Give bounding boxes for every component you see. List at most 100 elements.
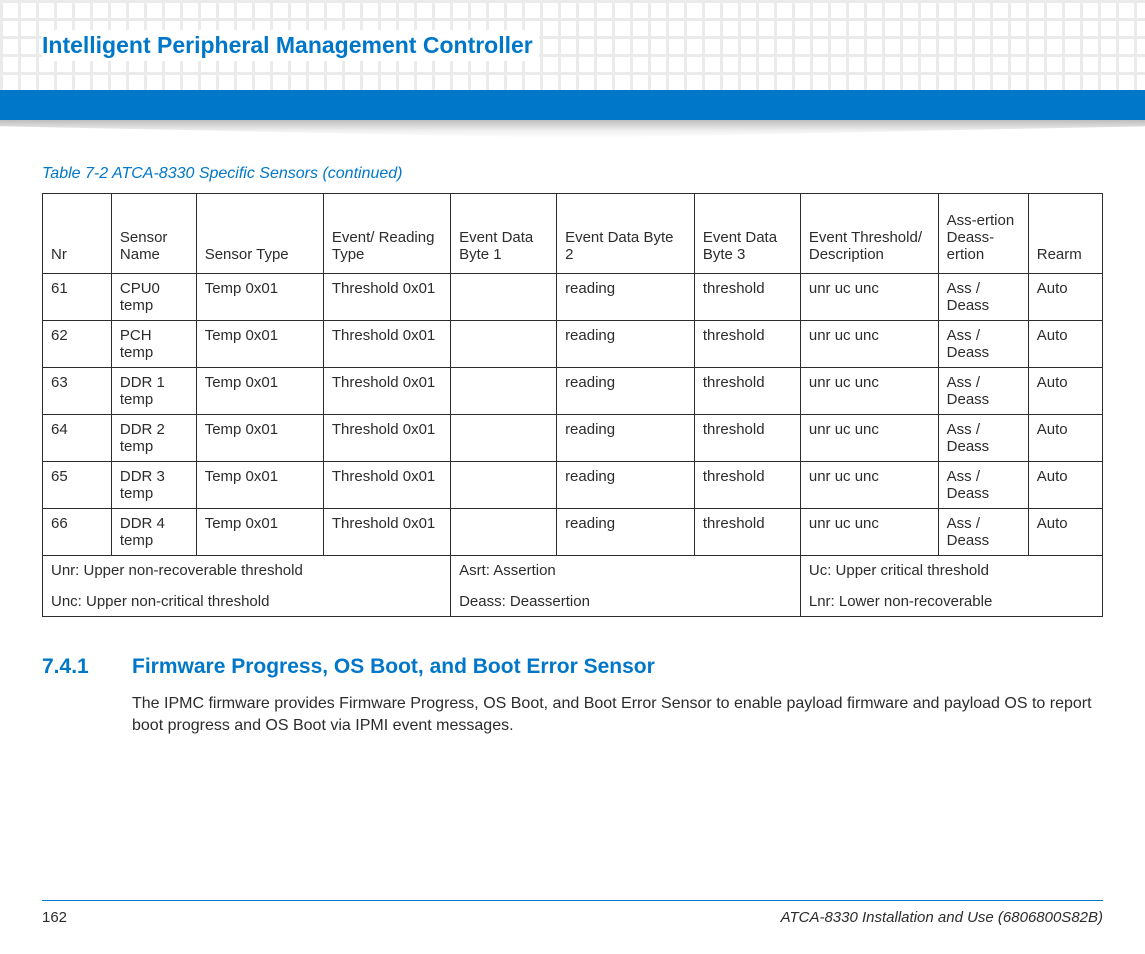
cell-ass: Ass / Deass [938,462,1028,509]
cell-nr: 63 [43,368,112,415]
cell-type: Temp 0x01 [196,368,323,415]
section-body-text: The IPMC firmware provides Firmware Prog… [132,693,1103,736]
table-caption: Table 7-2 ATCA-8330 Specific Sensors (co… [42,165,1103,183]
cell-b2: reading [557,321,695,368]
cell-b2: reading [557,415,695,462]
th-sensor-type: Sensor Type [196,194,323,274]
legend-cell-2: Asrt: Assertion Deass: Deassertion [451,556,801,617]
table-header-row: Nr Sensor Name Sensor Type Event/ Readin… [43,194,1103,274]
header-blue-bar [0,90,1145,120]
th-byte2: Event Data Byte 2 [557,194,695,274]
cell-ass: Ass / Deass [938,509,1028,556]
cell-type: Temp 0x01 [196,321,323,368]
page-content: Table 7-2 ATCA-8330 Specific Sensors (co… [42,165,1103,736]
cell-b3: threshold [694,415,800,462]
cell-b3: threshold [694,321,800,368]
th-byte3: Event Data Byte 3 [694,194,800,274]
cell-ass: Ass / Deass [938,274,1028,321]
cell-rearm: Auto [1028,274,1102,321]
cell-b3: threshold [694,462,800,509]
table-row: 65DDR 3 tempTemp 0x01Threshold 0x01 readi… [43,462,1103,509]
cell-desc: unr uc unc [800,462,938,509]
cell-name: DDR 3 temp [111,462,196,509]
cell-ass: Ass / Deass [938,368,1028,415]
th-event-reading-type: Event/ Reading Type [323,194,450,274]
cell-b2: reading [557,368,695,415]
cell-b1 [451,274,557,321]
header-shadow [0,120,1145,138]
table-row: 63DDR 1 tempTemp 0x01Threshold 0x01 readi… [43,368,1103,415]
legend-lnr: Lnr: Lower non-recoverable [809,593,1094,610]
section-number: 7.4.1 [42,655,102,736]
table-row: 66DDR 4 tempTemp 0x01Threshold 0x01 readi… [43,509,1103,556]
cell-type: Temp 0x01 [196,274,323,321]
table-row: 64DDR 2 tempTemp 0x01Threshold 0x01 readi… [43,415,1103,462]
th-nr: Nr [43,194,112,274]
legend-cell-3: Uc: Upper critical threshold Lnr: Lower … [800,556,1102,617]
cell-b1 [451,462,557,509]
th-assertion: Ass-ertion Deass-ertion [938,194,1028,274]
cell-nr: 64 [43,415,112,462]
cell-desc: unr uc unc [800,415,938,462]
cell-name: CPU0 temp [111,274,196,321]
cell-rearm: Auto [1028,321,1102,368]
cell-desc: unr uc unc [800,321,938,368]
page-footer: 162 ATCA-8330 Installation and Use (6806… [42,900,1103,926]
cell-name: DDR 4 temp [111,509,196,556]
cell-rearm: Auto [1028,415,1102,462]
cell-desc: unr uc unc [800,368,938,415]
cell-ert: Threshold 0x01 [323,368,450,415]
cell-b3: threshold [694,274,800,321]
cell-b2: reading [557,509,695,556]
table-body: 61CPU0 tempTemp 0x01Threshold 0x01readin… [43,274,1103,556]
cell-nr: 66 [43,509,112,556]
cell-type: Temp 0x01 [196,509,323,556]
cell-name: PCH temp [111,321,196,368]
cell-rearm: Auto [1028,368,1102,415]
cell-name: DDR 2 temp [111,415,196,462]
cell-b2: reading [557,274,695,321]
th-sensor-name: Sensor Name [111,194,196,274]
cell-b1 [451,321,557,368]
cell-nr: 62 [43,321,112,368]
legend-deass: Deass: Deassertion [459,593,792,610]
sensor-table: Nr Sensor Name Sensor Type Event/ Readin… [42,193,1103,617]
cell-ert: Threshold 0x01 [323,462,450,509]
cell-ass: Ass / Deass [938,321,1028,368]
legend-unr: Unr: Upper non-recoverable threshold [51,562,442,579]
cell-rearm: Auto [1028,509,1102,556]
table-row: 62PCH tempTemp 0x01Threshold 0x01 reading… [43,321,1103,368]
section-7-4-1: 7.4.1 Firmware Progress, OS Boot, and Bo… [42,655,1103,736]
page-number: 162 [42,909,67,926]
cell-nr: 61 [43,274,112,321]
th-byte1: Event Data Byte 1 [451,194,557,274]
legend-asrt: Asrt: Assertion [459,562,792,579]
legend-cell-1: Unr: Upper non-recoverable threshold Unc… [43,556,451,617]
cell-rearm: Auto [1028,462,1102,509]
cell-type: Temp 0x01 [196,415,323,462]
cell-desc: unr uc unc [800,274,938,321]
doc-id: ATCA-8330 Installation and Use (6806800S… [781,909,1103,926]
cell-ert: Threshold 0x01 [323,274,450,321]
cell-b3: threshold [694,509,800,556]
cell-ert: Threshold 0x01 [323,321,450,368]
cell-desc: unr uc unc [800,509,938,556]
table-row: 61CPU0 tempTemp 0x01Threshold 0x01 readin… [43,274,1103,321]
cell-nr: 65 [43,462,112,509]
cell-b1 [451,368,557,415]
cell-b3: threshold [694,368,800,415]
legend-unc: Unc: Upper non-critical threshold [51,593,442,610]
table-legend-row: Unr: Upper non-recoverable threshold Unc… [43,556,1103,617]
cell-b1 [451,415,557,462]
legend-uc: Uc: Upper critical threshold [809,562,1094,579]
th-desc: Event Threshold/ Description [800,194,938,274]
chapter-title: Intelligent Peripheral Management Contro… [42,30,539,61]
cell-ass: Ass / Deass [938,415,1028,462]
cell-type: Temp 0x01 [196,462,323,509]
cell-b1 [451,509,557,556]
cell-ert: Threshold 0x01 [323,415,450,462]
cell-b2: reading [557,462,695,509]
cell-name: DDR 1 temp [111,368,196,415]
section-title: Firmware Progress, OS Boot, and Boot Err… [132,655,1103,679]
cell-ert: Threshold 0x01 [323,509,450,556]
